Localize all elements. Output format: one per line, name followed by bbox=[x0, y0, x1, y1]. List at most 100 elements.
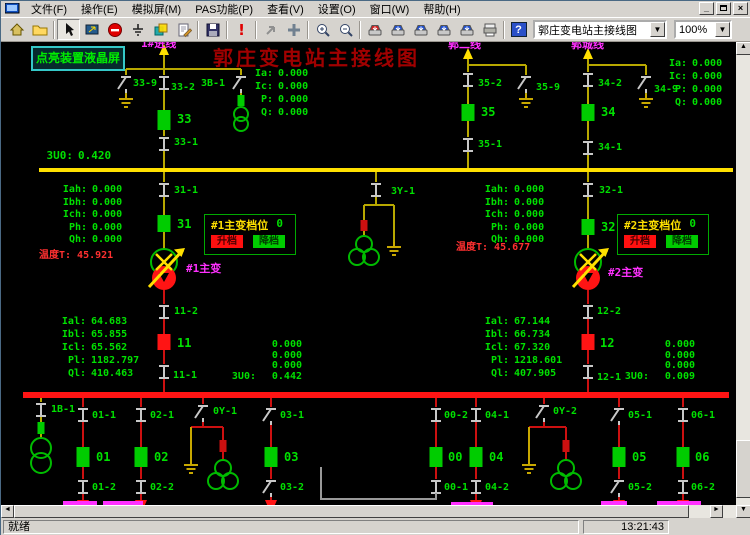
chevron-down-icon[interactable]: ▼ bbox=[650, 22, 665, 37]
help-button[interactable]: ? bbox=[507, 19, 530, 40]
station-transformer[interactable] bbox=[234, 117, 248, 131]
stop-button[interactable] bbox=[103, 19, 126, 40]
switch-06-1[interactable] bbox=[678, 409, 688, 421]
home-button[interactable] bbox=[5, 19, 28, 40]
switch-11-1[interactable] bbox=[159, 366, 169, 378]
lcd-panel-button[interactable]: 点亮装置液晶屏 bbox=[31, 46, 125, 71]
save-button[interactable] bbox=[201, 19, 224, 40]
breaker-33[interactable] bbox=[158, 110, 171, 130]
zoom-in-button[interactable] bbox=[311, 19, 334, 40]
bus-35kv[interactable] bbox=[39, 168, 733, 172]
tap-up-button[interactable]: 升档 bbox=[211, 235, 243, 248]
switch-02-2[interactable] bbox=[136, 481, 146, 493]
menu-item[interactable]: 文件(F) bbox=[24, 0, 74, 18]
device-blue-button[interactable] bbox=[455, 19, 478, 40]
switch-34-2[interactable] bbox=[583, 74, 593, 86]
switch-11-2[interactable] bbox=[159, 306, 169, 318]
edit-page-button[interactable] bbox=[172, 19, 195, 40]
view-combobox[interactable]: 郭庄变电站主接线图 ▼ bbox=[533, 20, 667, 39]
menu-item[interactable]: PAS功能(P) bbox=[188, 0, 260, 18]
switch-05-2[interactable] bbox=[611, 481, 624, 497]
breaker-06[interactable] bbox=[677, 447, 690, 467]
alarm-button[interactable]: ! bbox=[230, 19, 253, 40]
bus-10kv[interactable] bbox=[23, 392, 729, 398]
scroll-down-icon[interactable]: ▼ bbox=[736, 505, 750, 518]
switch-01-2[interactable] bbox=[78, 481, 88, 493]
breaker-01[interactable] bbox=[77, 447, 90, 467]
device-red-button[interactable] bbox=[363, 19, 386, 40]
select-cursor-button[interactable] bbox=[57, 19, 80, 40]
zoom-combobox[interactable]: 100% ▼ bbox=[674, 20, 732, 39]
device-blue-button[interactable] bbox=[386, 19, 409, 40]
switch-34-1[interactable] bbox=[583, 142, 593, 154]
switch-33-1[interactable] bbox=[159, 138, 169, 150]
switch-32-1[interactable] bbox=[583, 184, 593, 196]
switch-04-1[interactable] bbox=[471, 409, 481, 421]
hscroll-thumb[interactable] bbox=[14, 505, 689, 518]
child-window-icon[interactable] bbox=[5, 3, 20, 15]
switch-03-2[interactable] bbox=[263, 481, 276, 497]
zoom-out-button[interactable] bbox=[334, 19, 357, 40]
station-transformer-1b[interactable] bbox=[31, 453, 51, 473]
breaker-12[interactable] bbox=[582, 334, 595, 350]
menu-item[interactable]: 操作(E) bbox=[74, 0, 125, 18]
scroll-up-icon[interactable]: ▲ bbox=[736, 42, 750, 55]
graphics-tool-button[interactable] bbox=[149, 19, 172, 40]
menu-item[interactable]: 窗口(W) bbox=[363, 0, 417, 18]
switch-0y-1[interactable] bbox=[195, 406, 208, 422]
pan-button[interactable] bbox=[259, 19, 282, 40]
switch-35-9[interactable] bbox=[518, 77, 531, 93]
switch-03-1[interactable] bbox=[263, 409, 276, 425]
switch-05-1[interactable] bbox=[611, 409, 624, 425]
ground-tool-button[interactable] bbox=[126, 19, 149, 40]
restore-button[interactable] bbox=[716, 2, 731, 15]
breaker-02[interactable] bbox=[135, 447, 148, 467]
switch-33-2[interactable] bbox=[159, 77, 169, 89]
switch-1b-1[interactable] bbox=[36, 404, 46, 416]
breaker-32[interactable] bbox=[582, 219, 595, 235]
breaker-04[interactable] bbox=[470, 447, 483, 467]
breaker-31[interactable] bbox=[158, 215, 171, 232]
vscroll-thumb[interactable] bbox=[736, 440, 750, 498]
menu-item[interactable]: 模拟屏(M) bbox=[125, 0, 189, 18]
vertical-scrollbar[interactable]: ▲ ▼ bbox=[736, 42, 750, 518]
switch-00-2[interactable] bbox=[431, 409, 441, 421]
switch-31-1[interactable] bbox=[159, 184, 169, 196]
device-blue-button[interactable] bbox=[432, 19, 455, 40]
switch-33-9[interactable] bbox=[118, 77, 131, 93]
tap-down-button[interactable]: 降档 bbox=[666, 235, 698, 248]
pt-10kv-2[interactable] bbox=[551, 460, 581, 489]
switch-06-2[interactable] bbox=[678, 481, 688, 493]
add-button[interactable] bbox=[282, 19, 305, 40]
minimize-button[interactable]: _ bbox=[699, 2, 714, 15]
scroll-right-icon[interactable]: ► bbox=[710, 505, 723, 518]
chevron-down-icon[interactable]: ▼ bbox=[715, 22, 730, 37]
switch-04-2[interactable] bbox=[471, 481, 481, 493]
breaker-03[interactable] bbox=[265, 447, 278, 467]
main-transformer-2[interactable] bbox=[573, 248, 609, 290]
open-button[interactable] bbox=[28, 19, 51, 40]
breaker-05[interactable] bbox=[613, 447, 626, 467]
switch-12-2[interactable] bbox=[583, 306, 593, 318]
switch-35-2[interactable] bbox=[463, 74, 473, 86]
switch-34-9[interactable] bbox=[638, 77, 651, 93]
switch-02-1[interactable] bbox=[136, 409, 146, 421]
pt-10kv-1[interactable] bbox=[208, 460, 238, 489]
close-button[interactable]: × bbox=[733, 2, 748, 15]
switch-3y-1[interactable] bbox=[371, 184, 381, 196]
tap-down-button[interactable]: 降档 bbox=[253, 235, 285, 248]
screen-tool-button[interactable] bbox=[80, 19, 103, 40]
device-blue-button[interactable] bbox=[409, 19, 432, 40]
menu-item[interactable]: 查看(V) bbox=[260, 0, 311, 18]
tap-up-button[interactable]: 升档 bbox=[624, 235, 656, 248]
breaker-00[interactable] bbox=[430, 447, 443, 467]
switch-01-1[interactable] bbox=[78, 409, 88, 421]
horizontal-scrollbar[interactable]: ◄ ► bbox=[1, 505, 736, 518]
breaker-35[interactable] bbox=[462, 104, 475, 121]
switch-3b-1[interactable] bbox=[233, 77, 246, 93]
menu-item[interactable]: 设置(O) bbox=[311, 0, 363, 18]
menu-item[interactable]: 帮助(H) bbox=[416, 0, 467, 18]
switch-00-1[interactable] bbox=[431, 481, 441, 493]
switch-12-1[interactable] bbox=[583, 366, 593, 378]
main-transformer-1[interactable] bbox=[149, 248, 185, 290]
